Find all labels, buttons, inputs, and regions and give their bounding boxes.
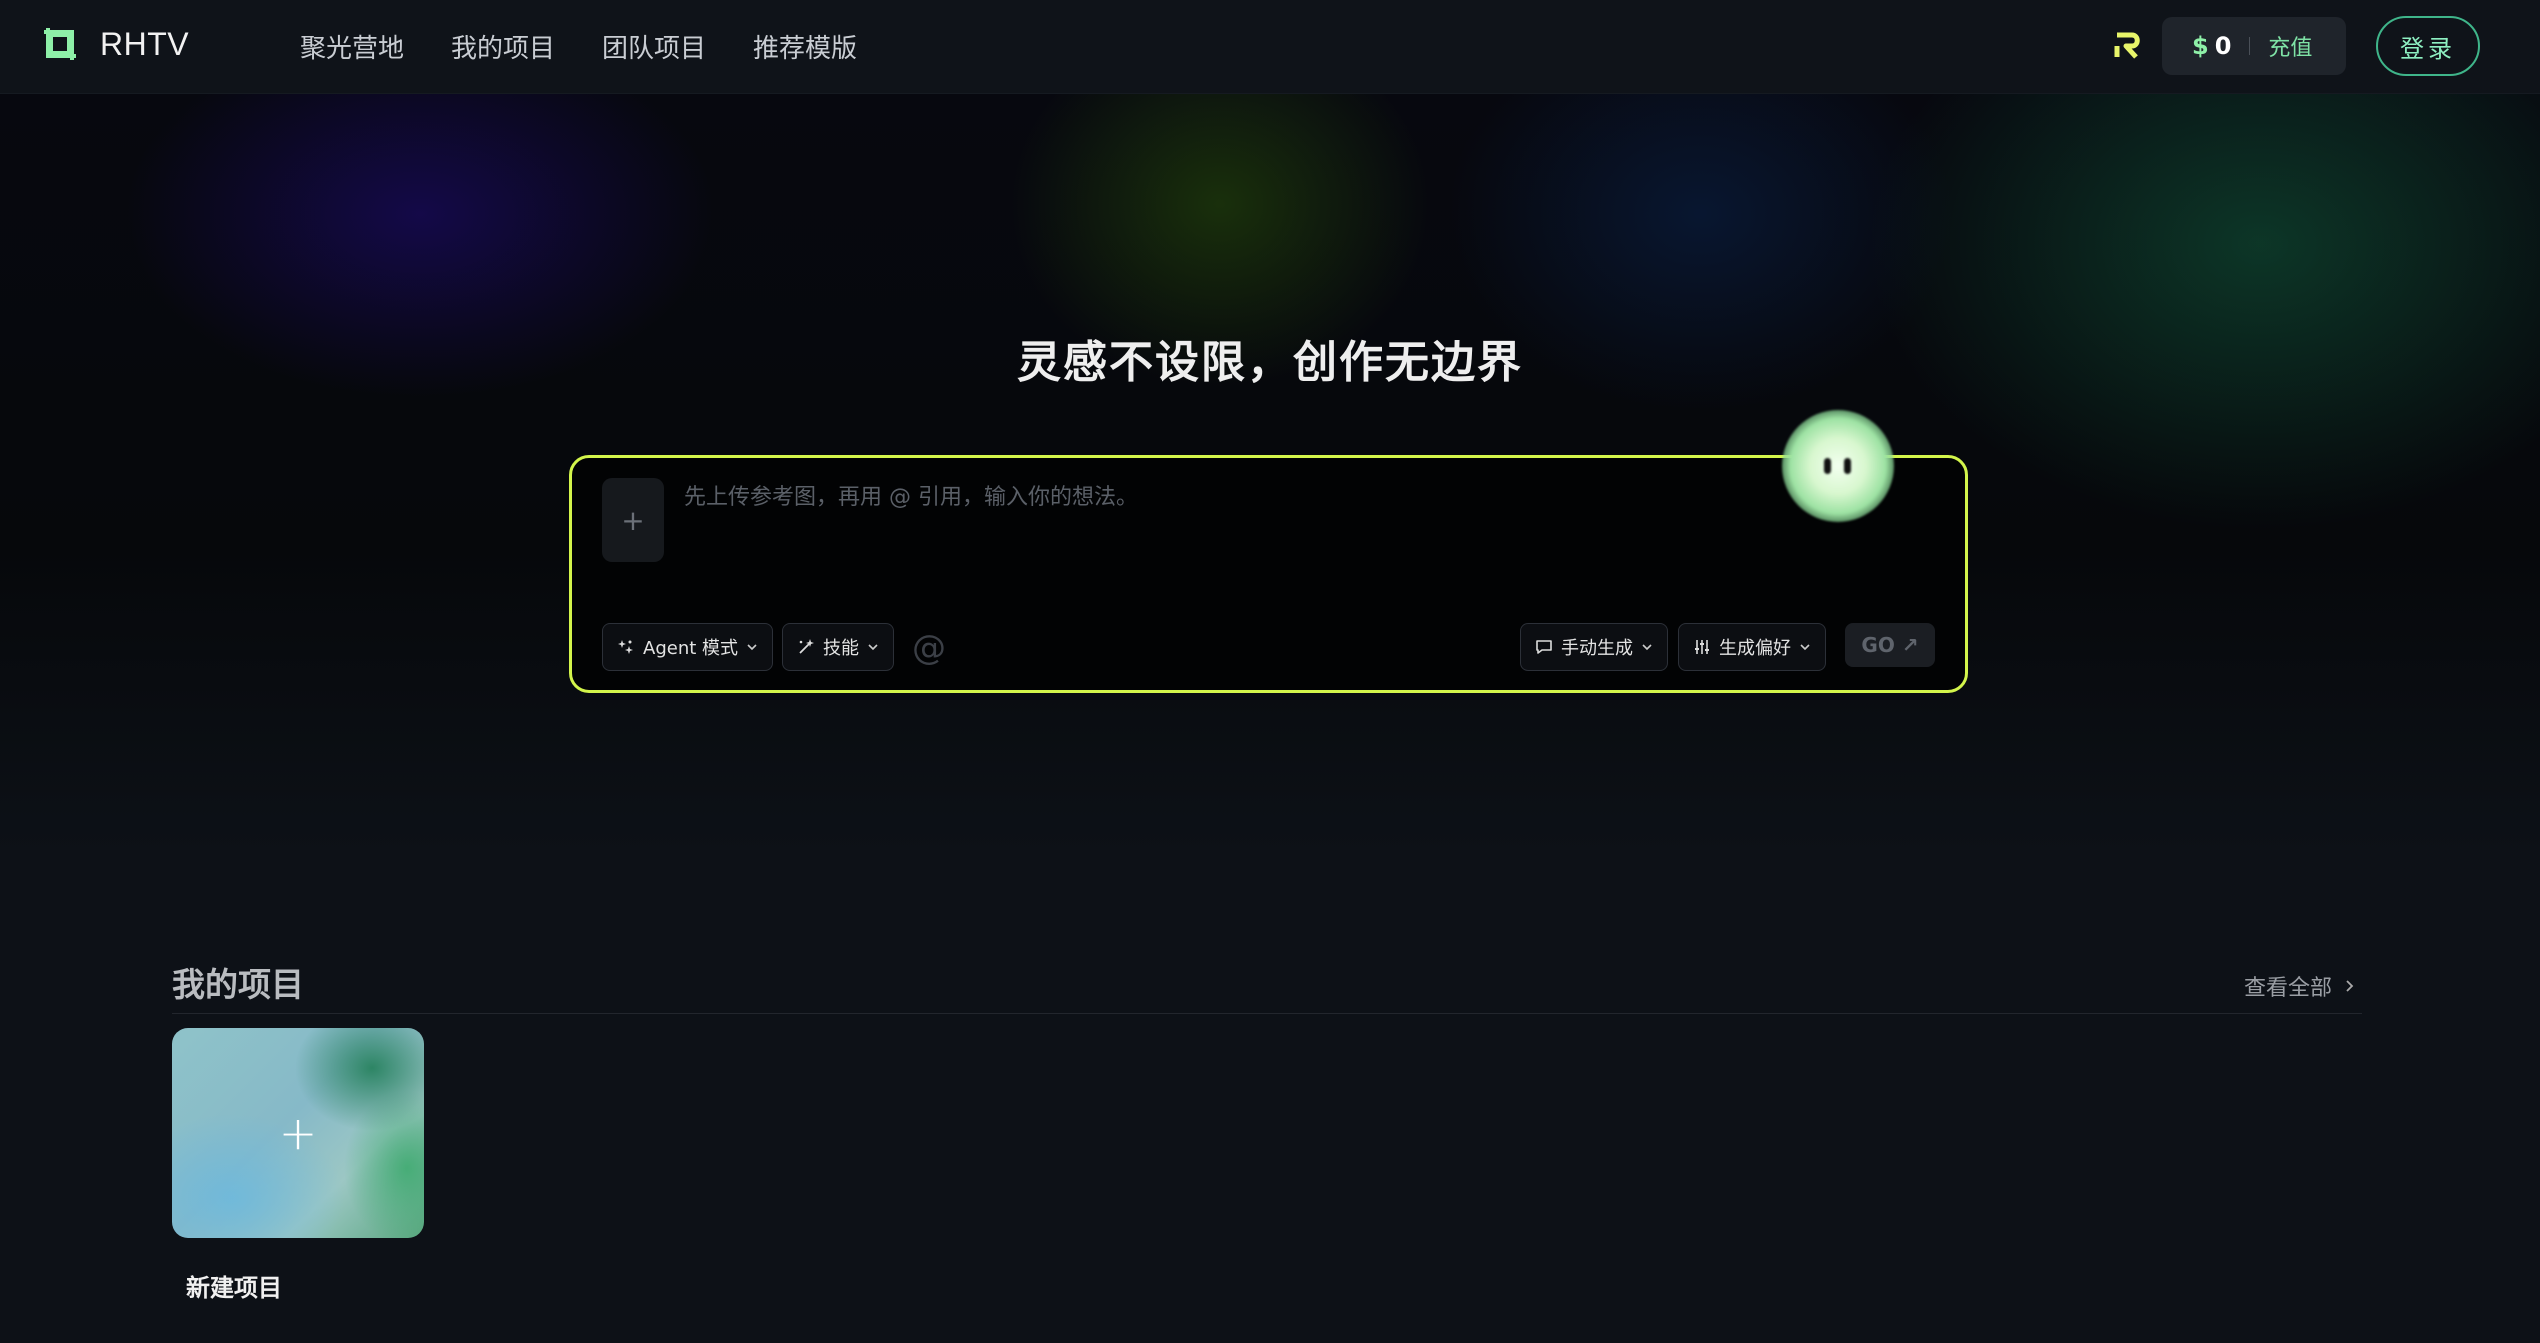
skills-dropdown[interactable]: 技能: [782, 623, 894, 671]
brand-name: RHTV: [100, 25, 190, 62]
chevron-down-icon: [1642, 644, 1652, 651]
nav-item-team-projects[interactable]: 团队项目: [602, 28, 706, 65]
main-nav: 聚光营地 我的项目 团队项目 推荐模版: [300, 28, 904, 65]
currency-symbol: $: [2192, 32, 2209, 60]
nav-item-templates[interactable]: 推荐模版: [753, 28, 857, 65]
nav-item-spotlight[interactable]: 聚光营地: [300, 28, 404, 65]
skills-label: 技能: [823, 638, 859, 659]
balance-value: 0: [2214, 32, 2232, 60]
chevron-down-icon: [868, 644, 878, 651]
view-all-label: 查看全部: [2244, 976, 2333, 1001]
brand-logo[interactable]: RHTV: [40, 24, 189, 64]
section-divider: [172, 1013, 2362, 1014]
mascot-orb[interactable]: [1782, 410, 1894, 522]
top-navigation-bar: RHTV 聚光营地 我的项目 团队项目 推荐模版 $0 充值 登录: [0, 0, 2540, 94]
sliders-icon: [1695, 640, 1709, 654]
prompt-input[interactable]: [684, 482, 1784, 512]
plus-icon: +: [278, 1106, 318, 1160]
sparkle-icon: [618, 640, 633, 654]
chevron-down-icon: [1800, 644, 1810, 651]
mascot-eye-right: [1844, 458, 1851, 474]
prompt-composer: + Agent 模式 技能 @ 手动生成: [569, 455, 1968, 693]
manual-generate-dropdown[interactable]: 手动生成: [1520, 623, 1668, 671]
hero-title: 灵感不设限，创作无边界: [1017, 337, 1523, 388]
view-all-link[interactable]: 查看全部: [2244, 970, 2356, 1002]
new-project-card[interactable]: +: [172, 1028, 424, 1238]
chat-bubble-icon: [1536, 640, 1552, 654]
agent-mode-dropdown[interactable]: Agent 模式: [602, 623, 774, 671]
preferences-label: 生成偏好: [1719, 638, 1791, 659]
login-button[interactable]: 登录: [2376, 16, 2480, 76]
mention-button[interactable]: @: [912, 628, 946, 668]
nav-item-my-projects[interactable]: 我的项目: [451, 28, 555, 65]
manual-generate-label: 手动生成: [1561, 638, 1633, 659]
balance-widget: $0 充值: [2162, 17, 2346, 75]
my-projects-title: 我的项目: [172, 965, 304, 1004]
balance-amount: $0: [2192, 32, 2231, 60]
recharge-button[interactable]: 充值: [2268, 30, 2312, 62]
agent-mode-label: Agent 模式: [643, 638, 739, 659]
chevron-down-icon: [747, 644, 757, 651]
divider: [2249, 37, 2251, 55]
go-button[interactable]: GO ↗: [1845, 623, 1935, 667]
magic-wand-icon: [799, 639, 814, 654]
r-logo-icon: [2114, 32, 2140, 59]
new-project-label: 新建项目: [186, 1274, 282, 1302]
chevron-right-icon: [2346, 980, 2354, 992]
upload-reference-button[interactable]: +: [602, 478, 664, 562]
crop-frame-icon: [44, 28, 76, 60]
mascot-eye-left: [1824, 458, 1831, 474]
generation-preferences-dropdown[interactable]: 生成偏好: [1678, 623, 1826, 671]
